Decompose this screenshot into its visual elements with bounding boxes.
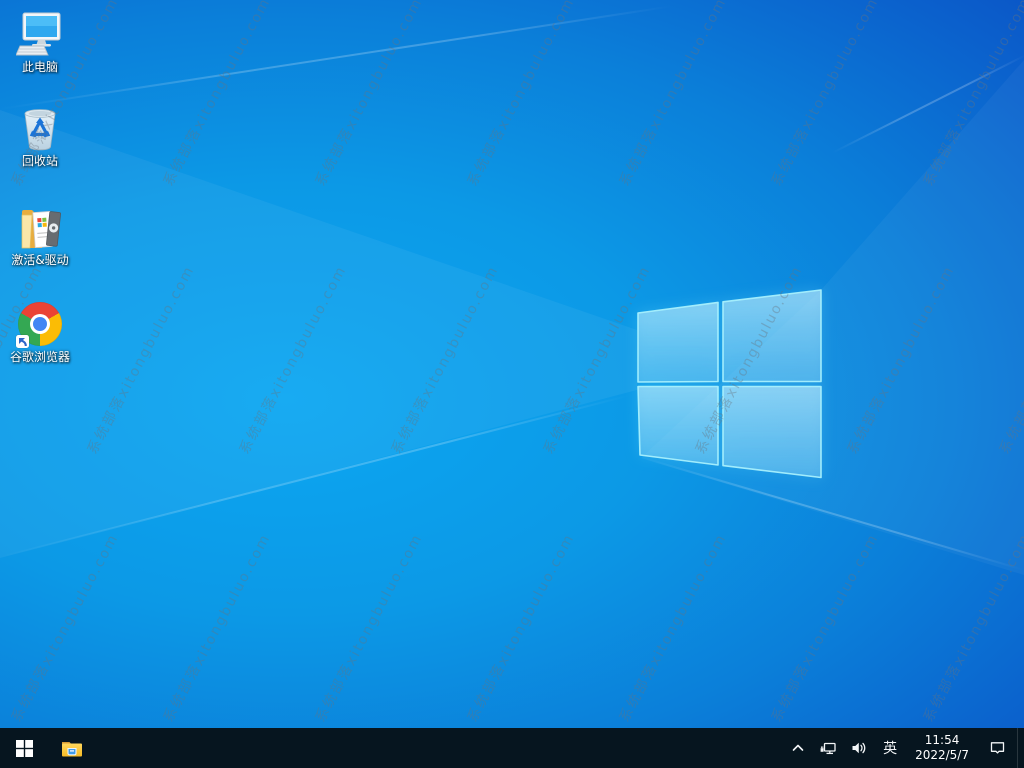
folder-icon	[16, 203, 64, 251]
tray-volume-button[interactable]	[844, 728, 874, 768]
light-ray	[0, 5, 673, 110]
recycle-bin-icon	[16, 104, 64, 152]
chrome-icon	[16, 300, 64, 348]
tray-network-button[interactable]	[813, 728, 844, 768]
desktop-icon-chrome[interactable]: 谷歌浏览器	[3, 300, 77, 364]
system-tray: 英 11:54 2022/5/7	[783, 728, 1024, 768]
this-pc-icon	[16, 10, 64, 58]
tray-chevron-up-button[interactable]	[783, 728, 813, 768]
windows-start-icon	[15, 739, 33, 757]
desktop-icon-this-pc[interactable]: 此电脑	[3, 10, 77, 74]
chrome-blue-core	[33, 317, 47, 331]
clock-time: 11:54	[924, 733, 960, 747]
icon-label: 回收站	[21, 154, 58, 168]
volume-icon	[852, 742, 866, 754]
ime-indicator[interactable]: 英	[874, 728, 906, 768]
file-explorer-icon	[62, 742, 82, 757]
taskbar: 英 11:54 2022/5/7	[0, 728, 1024, 768]
desktop-icon-activation-driver[interactable]: 激活&驱动	[3, 203, 77, 267]
taskbar-empty-area	[96, 728, 783, 768]
icon-label: 激活&驱动	[11, 253, 69, 267]
wallpaper	[0, 0, 1024, 768]
clock-date: 2022/5/7	[915, 748, 969, 762]
taskbar-clock[interactable]: 11:54 2022/5/7	[906, 728, 978, 768]
windows-logo	[637, 289, 822, 479]
network-ethernet-icon	[820, 742, 836, 755]
action-center-button[interactable]	[978, 728, 1017, 768]
icon-label: 谷歌浏览器	[9, 350, 70, 364]
show-desktop-button[interactable]	[1017, 728, 1024, 768]
start-button[interactable]	[0, 728, 48, 768]
chevron-up-icon	[792, 744, 804, 751]
shortcut-arrow-icon	[16, 335, 29, 348]
desktop-icon-recycle-bin[interactable]: 回收站	[3, 104, 77, 168]
file-explorer-button[interactable]	[48, 728, 96, 768]
action-center-icon	[990, 742, 1005, 754]
icon-label: 此电脑	[21, 60, 58, 74]
